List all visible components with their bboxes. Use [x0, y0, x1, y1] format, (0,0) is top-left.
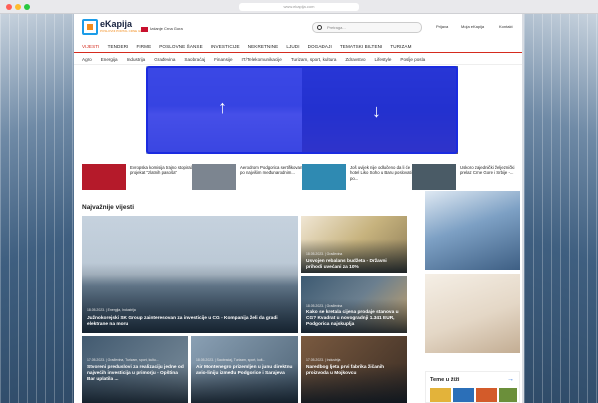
contact-link[interactable]: Kontakt	[499, 24, 513, 29]
arrow-down-icon[interactable]: ↓	[372, 102, 381, 120]
browser-titlebar: www.ekapija.com	[0, 0, 598, 14]
nav-nekretnine[interactable]: NEKRETNINE	[248, 44, 279, 49]
card-meta: 18.05.2023. | Energija, Industrija	[87, 308, 136, 312]
news-strip-item[interactable]: Aerodrom Podgorica sertifikovan po najvi…	[192, 164, 306, 190]
address-bar[interactable]: www.ekapija.com	[239, 3, 359, 11]
card-title[interactable]: Air Montenegro prizemljen u junu direktn…	[196, 365, 294, 377]
card-title[interactable]: Južnokorejski SK Group zainteresovan za …	[87, 316, 294, 328]
site-header: eKapija POSLOVNI PORTAL CRNE GORE Izdanj…	[74, 14, 522, 40]
montenegro-flag-icon	[141, 27, 148, 32]
section-title: Najvažnije vijesti	[82, 204, 135, 211]
card-title[interactable]: Naredbog ljeta prvi fabrika žičanih proi…	[306, 365, 403, 377]
news-headline[interactable]: Uskoro zajednički željeznički prelaz Crn…	[460, 165, 516, 176]
subnav-agro[interactable]: Agro	[82, 57, 92, 62]
nav-dogadjaji[interactable]: DOGAĐAJI	[308, 44, 332, 49]
card-title[interactable]: Kako se kretala cijena prodaje stanova u…	[306, 310, 403, 327]
nav-turizam[interactable]: TURIZAM	[390, 44, 411, 49]
subnav-saobracaj[interactable]: Saobraćaj	[184, 57, 205, 62]
nav-vijesti[interactable]: VIJESTI	[82, 44, 100, 49]
login-link[interactable]: Prijava	[436, 24, 448, 29]
subnav-lifestyle[interactable]: Lifestyle	[375, 57, 392, 62]
card-meta: 18.05.2023. | Građevina	[306, 304, 343, 308]
news-card[interactable]: 18.05.2023. | Saobraćaj, Turizam, sport,…	[191, 336, 298, 403]
news-thumbnail	[82, 164, 126, 190]
subnav-gradjevina[interactable]: Građevina	[154, 57, 175, 62]
news-card[interactable]: 17.05.2023. | Industrija Naredbog ljeta …	[301, 336, 407, 403]
news-headline[interactable]: Aerodrom Podgorica sertifikovan po najvi…	[240, 165, 304, 176]
my-ekapija-link[interactable]: Moja eKapija	[461, 24, 484, 29]
news-card[interactable]: 18.05.2023. | Građevina Kako se kretala …	[301, 276, 407, 333]
arrow-up-icon[interactable]: ↑	[218, 98, 227, 116]
logo-text[interactable]: eKapija	[100, 19, 132, 29]
featured-news-card[interactable]: 18.05.2023. | Energija, Industrija Južno…	[82, 216, 298, 333]
topic-tile[interactable]	[476, 388, 497, 402]
news-headline[interactable]: Evropska komisija trajno stopirala proje…	[130, 165, 194, 176]
selection-overlay: ↑ ↓	[146, 66, 458, 154]
search-box[interactable]: Pretraga...	[312, 22, 422, 33]
news-headline[interactable]: Još uvijek nije odlučeno da li će hotel …	[350, 165, 414, 181]
card-meta: 18.05.2023. | Saobraćaj, Turizam, sport,…	[196, 358, 266, 362]
search-icon[interactable]	[317, 25, 322, 30]
nav-investicije[interactable]: INVESTICIJE	[211, 44, 240, 49]
card-title[interactable]: Usvojen rebalans budžeta - Državni priho…	[306, 259, 403, 271]
news-strip-item[interactable]: Još uvijek nije odlučeno da li će hotel …	[302, 164, 416, 190]
topic-tile[interactable]	[499, 388, 517, 402]
web-page: eKapija POSLOVNI PORTAL CRNE GORE Izdanj…	[74, 14, 522, 403]
sidebar-ad-people[interactable]	[425, 274, 520, 353]
news-thumbnail	[302, 164, 346, 190]
sidebar-ad-building[interactable]	[425, 191, 520, 270]
card-meta: 17.05.2023. | Građevina, Turizam, sport,…	[87, 358, 159, 362]
news-card[interactable]: 17.05.2023. | Građevina, Turizam, sport,…	[82, 336, 188, 403]
nav-tenderi[interactable]: TENDERI	[108, 44, 129, 49]
news-thumbnail	[412, 164, 456, 190]
nav-ljudi[interactable]: LJUDI	[286, 44, 299, 49]
news-thumbnail	[192, 164, 236, 190]
card-meta: 17.05.2023. | Industrija	[306, 358, 341, 362]
arrow-right-icon[interactable]: →	[507, 376, 514, 383]
ekapija-logo-icon[interactable]	[82, 19, 98, 35]
teme-u-zizi-widget: Teme u žiži →	[425, 371, 520, 403]
nav-poslovne-sanse[interactable]: POSLOVNE ŠANSE	[159, 44, 203, 49]
news-card[interactable]: 18.05.2023. | Građevina Usvojen rebalans…	[301, 216, 407, 273]
search-input[interactable]: Pretraga...	[327, 25, 346, 30]
subnav-energija[interactable]: Energija	[101, 57, 118, 62]
teme-title: Teme u žiži	[430, 377, 460, 383]
minimize-window-icon[interactable]	[15, 4, 21, 10]
edition-selector[interactable]: Izdanje Crna Gora	[150, 26, 183, 31]
close-window-icon[interactable]	[6, 4, 12, 10]
logo-subtitle: POSLOVNI PORTAL CRNE GORE	[100, 29, 147, 33]
news-strip-item[interactable]: Uskoro zajednički željeznički prelaz Crn…	[412, 164, 518, 190]
subnav-turizam[interactable]: Turizam, sport, kultura	[291, 57, 337, 62]
background-building-left	[0, 14, 74, 403]
topic-tile[interactable]	[453, 388, 474, 402]
maximize-window-icon[interactable]	[24, 4, 30, 10]
card-meta: 18.05.2023. | Građevina	[306, 252, 343, 256]
subnav-industrija[interactable]: Industrija	[127, 57, 146, 62]
subnav-posle-posla[interactable]: Posĺje posla	[400, 57, 425, 62]
main-navigation: VIJESTI TENDERI FIRME POSLOVNE ŠANSE INV…	[74, 41, 522, 53]
card-title[interactable]: Stvoreni preduslovi za realizaciju jedne…	[87, 365, 184, 382]
news-strip-item[interactable]: Evropska komisija trajno stopirala proje…	[82, 164, 196, 190]
subnav-finansije[interactable]: Finansije	[214, 57, 232, 62]
subnav-it[interactable]: IT/Telekomunikacije	[242, 57, 282, 62]
sector-navigation: Agro Energija Industrija Građevina Saobr…	[74, 54, 522, 65]
nav-tematski-bilteni[interactable]: TEMATSKI BILTENI	[340, 44, 383, 49]
background-building-right	[524, 14, 598, 403]
topic-tile[interactable]	[430, 388, 451, 402]
nav-firme[interactable]: FIRME	[136, 44, 151, 49]
subnav-zdravstvo[interactable]: Zdravstvo	[345, 57, 365, 62]
